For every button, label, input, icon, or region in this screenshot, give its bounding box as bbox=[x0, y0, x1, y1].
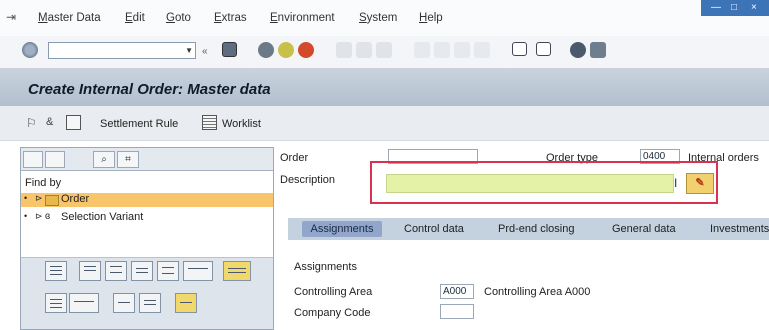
collapse-icon[interactable]: « bbox=[202, 46, 208, 57]
maximize-icon[interactable]: □ bbox=[731, 2, 737, 13]
controlling-area-value: A000 bbox=[443, 286, 467, 297]
total-icon[interactable] bbox=[157, 261, 179, 281]
close-icon[interactable]: × bbox=[751, 2, 757, 13]
filter-icon[interactable]: ⌗ bbox=[117, 151, 139, 168]
folder-icon bbox=[45, 195, 59, 206]
glasses-icon[interactable]: & bbox=[46, 116, 53, 128]
exit-icon[interactable] bbox=[278, 42, 294, 58]
next-page-icon[interactable] bbox=[454, 42, 470, 58]
window-controls: — □ × bbox=[701, 0, 769, 16]
find-tree: Find by • ⊳ Order • ⊳ ɞ Selection Varian… bbox=[21, 171, 273, 258]
title-bar: Create Internal Order: Master data bbox=[0, 68, 769, 106]
minimize-icon[interactable]: — bbox=[711, 2, 721, 13]
find-by-label: Find by bbox=[25, 177, 62, 189]
sort-ascending-icon[interactable] bbox=[79, 261, 101, 281]
graphic-icon[interactable] bbox=[175, 293, 197, 313]
description-label: Description bbox=[280, 174, 336, 186]
tab-control-data[interactable]: Control data bbox=[404, 221, 464, 237]
back-icon[interactable] bbox=[258, 42, 274, 58]
worklist-icon[interactable] bbox=[202, 115, 217, 130]
section-title: Assignments bbox=[294, 261, 357, 273]
company-code-label: Company Code bbox=[294, 307, 371, 319]
cancel-icon[interactable] bbox=[298, 42, 314, 58]
menu-help[interactable]: Help bbox=[419, 12, 443, 24]
settlement-rule-icon[interactable] bbox=[66, 115, 81, 130]
find-next-icon[interactable] bbox=[376, 42, 392, 58]
help-icon[interactable] bbox=[570, 42, 586, 58]
company-code-field[interactable] bbox=[440, 304, 474, 319]
tab-panel-assignments: Assignments Controlling Area A000 Contro… bbox=[288, 240, 769, 328]
first-page-icon[interactable] bbox=[414, 42, 430, 58]
tree-node-label: Selection Variant bbox=[61, 211, 144, 223]
variant-icon: ɞ bbox=[45, 211, 51, 222]
chevron-down-icon[interactable]: ▼ bbox=[185, 46, 193, 55]
views-icon[interactable] bbox=[139, 293, 161, 313]
export-icon[interactable] bbox=[69, 293, 99, 313]
new-session-icon[interactable] bbox=[512, 42, 527, 56]
last-page-icon[interactable] bbox=[474, 42, 490, 58]
print-list-icon[interactable] bbox=[45, 293, 67, 313]
layout-menu-icon[interactable] bbox=[590, 42, 606, 58]
filter-icon[interactable] bbox=[131, 261, 153, 281]
print-icon[interactable] bbox=[336, 42, 352, 58]
sap-menu-icon[interactable]: ⇥ bbox=[6, 10, 16, 24]
details-icon[interactable] bbox=[45, 261, 67, 281]
long-text-button[interactable]: ✎ bbox=[686, 173, 714, 194]
menu-bar: ⇥ Master Data Edit Goto Extras Environme… bbox=[0, 0, 769, 37]
worklist-pane: ⌕ ⌗ Find by • ⊳ Order • ⊳ ɞ Selection Va… bbox=[20, 147, 274, 330]
application-toolbar: ⚐ & Settlement Rule Worklist bbox=[0, 106, 769, 141]
command-field[interactable]: ▼ bbox=[48, 42, 196, 59]
worklist-toolbar: ⌕ ⌗ bbox=[21, 148, 273, 171]
menu-master-data[interactable]: Master Data bbox=[38, 12, 101, 24]
info-icon[interactable] bbox=[113, 293, 135, 313]
description-field[interactable] bbox=[386, 174, 674, 193]
worklist-button[interactable]: Worklist bbox=[222, 118, 261, 130]
standard-toolbar: ▼ « bbox=[0, 36, 769, 69]
tab-investments[interactable]: Investments bbox=[710, 221, 769, 237]
layout-icon[interactable] bbox=[223, 261, 251, 281]
menu-goto[interactable]: Goto bbox=[166, 12, 191, 24]
tab-strip: Assignments Control data Prd-end closing… bbox=[288, 218, 769, 240]
tree-node-order[interactable]: • ⊳ Order bbox=[21, 193, 273, 207]
tree-node-label: Order bbox=[61, 193, 90, 205]
menu-environment[interactable]: Environment bbox=[270, 12, 335, 24]
menu-system[interactable]: System bbox=[359, 12, 397, 24]
master-data-icon[interactable]: ⚐ bbox=[26, 116, 37, 130]
order-label: Order bbox=[280, 152, 309, 164]
settlement-rule-button[interactable]: Settlement Rule bbox=[100, 118, 178, 130]
find-icon[interactable]: ⌕ bbox=[93, 151, 115, 168]
splitter-left-button[interactable] bbox=[23, 151, 43, 168]
subtotal-icon[interactable] bbox=[183, 261, 213, 281]
find-icon[interactable] bbox=[356, 42, 372, 58]
controlling-area-label: Controlling Area bbox=[294, 286, 373, 298]
text-cursor-icon: I bbox=[674, 176, 678, 190]
splitter-right-button[interactable] bbox=[45, 151, 65, 168]
shortcut-icon[interactable] bbox=[536, 42, 551, 56]
page-title: Create Internal Order: Master data bbox=[28, 81, 271, 98]
menu-extras[interactable]: Extras bbox=[214, 12, 247, 24]
tab-assignments[interactable]: Assignments bbox=[302, 221, 382, 237]
menu-edit[interactable]: Edit bbox=[125, 12, 145, 24]
controlling-area-text: Controlling Area A000 bbox=[484, 286, 591, 298]
enter-icon[interactable] bbox=[22, 42, 38, 58]
tab-general-data[interactable]: General data bbox=[612, 221, 676, 237]
previous-page-icon[interactable] bbox=[434, 42, 450, 58]
save-icon[interactable] bbox=[222, 42, 237, 57]
tab-period-end-closing[interactable]: Prd-end closing bbox=[498, 221, 574, 237]
controlling-area-field[interactable]: A000 bbox=[440, 284, 474, 299]
sort-descending-icon[interactable] bbox=[105, 261, 127, 281]
